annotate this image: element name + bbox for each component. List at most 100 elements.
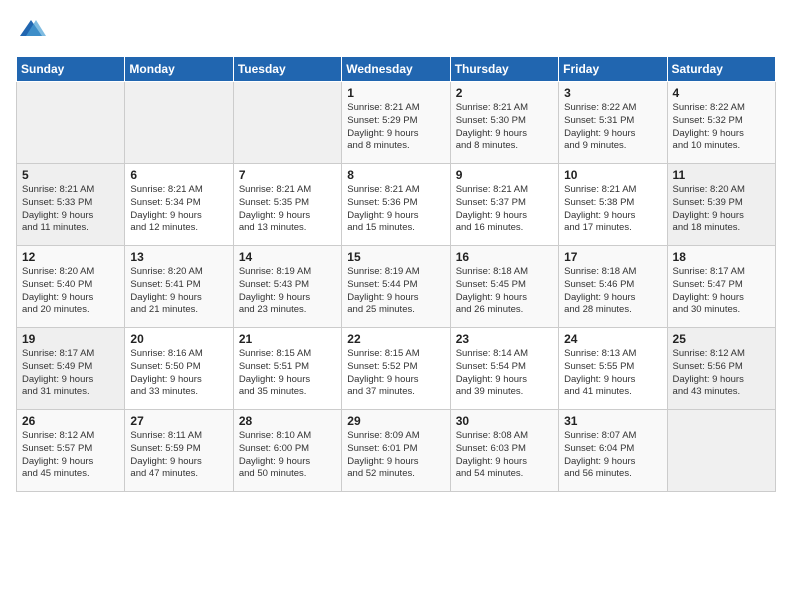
day-content: Sunrise: 8:14 AM Sunset: 5:54 PM Dayligh… xyxy=(456,348,553,399)
day-cell: 1Sunrise: 8:21 AM Sunset: 5:29 PM Daylig… xyxy=(342,82,450,164)
header xyxy=(16,16,776,46)
day-cell: 19 Sunrise: 8:17 AM Sunset: 5:49 PM Dayli… xyxy=(17,328,125,410)
day-cell: 7 Sunrise: 8:21 AM Sunset: 5:35 PM Daylig… xyxy=(233,164,341,246)
day-number: 25 xyxy=(673,332,770,346)
week-row-5: 26 Sunrise: 8:12 AM Sunset: 5:57 PM Dayli… xyxy=(17,410,776,492)
calendar-body: 1Sunrise: 8:21 AM Sunset: 5:29 PM Daylig… xyxy=(17,82,776,492)
day-number: 10 xyxy=(564,168,661,182)
page-container: SundayMondayTuesdayWednesdayThursdayFrid… xyxy=(0,0,792,612)
day-number: 18 xyxy=(673,250,770,264)
day-content: Sunrise: 8:19 AM Sunset: 5:44 PM Dayligh… xyxy=(347,266,444,317)
day-number: 13 xyxy=(130,250,227,264)
day-header-tuesday: Tuesday xyxy=(233,57,341,82)
day-number: 19 xyxy=(22,332,119,346)
day-cell xyxy=(125,82,233,164)
day-number: 6 xyxy=(130,168,227,182)
day-cell: 16 Sunrise: 8:18 AM Sunset: 5:45 PM Dayli… xyxy=(450,246,558,328)
day-content: Sunrise: 8:21 AM Sunset: 5:38 PM Dayligh… xyxy=(564,184,661,235)
day-content: Sunrise: 8:21 AM Sunset: 5:33 PM Dayligh… xyxy=(22,184,119,235)
day-content: Sunrise: 8:09 AM Sunset: 6:01 PM Dayligh… xyxy=(347,430,444,481)
day-number: 2 xyxy=(456,86,553,100)
day-cell: 8Sunrise: 8:21 AM Sunset: 5:36 PM Daylig… xyxy=(342,164,450,246)
day-cell xyxy=(233,82,341,164)
day-cell: 22 Sunrise: 8:15 AM Sunset: 5:52 PM Dayli… xyxy=(342,328,450,410)
day-content: Sunrise: 8:11 AM Sunset: 5:59 PM Dayligh… xyxy=(130,430,227,481)
day-number: 22 xyxy=(347,332,444,346)
day-content: Sunrise: 8:22 AM Sunset: 5:31 PM Dayligh… xyxy=(564,102,661,153)
week-row-1: 1Sunrise: 8:21 AM Sunset: 5:29 PM Daylig… xyxy=(17,82,776,164)
day-cell: 2 Sunrise: 8:21 AM Sunset: 5:30 PM Daylig… xyxy=(450,82,558,164)
day-cell: 4Sunrise: 8:22 AM Sunset: 5:32 PM Daylig… xyxy=(667,82,775,164)
day-number: 4 xyxy=(673,86,770,100)
day-cell: 9 Sunrise: 8:21 AM Sunset: 5:37 PM Daylig… xyxy=(450,164,558,246)
day-content: Sunrise: 8:21 AM Sunset: 5:34 PM Dayligh… xyxy=(130,184,227,235)
header-row: SundayMondayTuesdayWednesdayThursdayFrid… xyxy=(17,57,776,82)
day-number: 12 xyxy=(22,250,119,264)
day-content: Sunrise: 8:21 AM Sunset: 5:36 PM Dayligh… xyxy=(347,184,444,235)
day-header-sunday: Sunday xyxy=(17,57,125,82)
week-row-3: 12 Sunrise: 8:20 AM Sunset: 5:40 PM Dayli… xyxy=(17,246,776,328)
day-cell: 23Sunrise: 8:14 AM Sunset: 5:54 PM Dayli… xyxy=(450,328,558,410)
day-cell: 26 Sunrise: 8:12 AM Sunset: 5:57 PM Dayli… xyxy=(17,410,125,492)
week-row-4: 19 Sunrise: 8:17 AM Sunset: 5:49 PM Dayli… xyxy=(17,328,776,410)
day-header-wednesday: Wednesday xyxy=(342,57,450,82)
day-cell: 30Sunrise: 8:08 AM Sunset: 6:03 PM Dayli… xyxy=(450,410,558,492)
day-cell: 3 Sunrise: 8:22 AM Sunset: 5:31 PM Daylig… xyxy=(559,82,667,164)
week-row-2: 5 Sunrise: 8:21 AM Sunset: 5:33 PM Daylig… xyxy=(17,164,776,246)
day-cell: 21Sunrise: 8:15 AM Sunset: 5:51 PM Dayli… xyxy=(233,328,341,410)
logo-icon xyxy=(16,16,46,46)
day-cell: 27 Sunrise: 8:11 AM Sunset: 5:59 PM Dayli… xyxy=(125,410,233,492)
day-number: 3 xyxy=(564,86,661,100)
day-cell: 12 Sunrise: 8:20 AM Sunset: 5:40 PM Dayli… xyxy=(17,246,125,328)
day-content: Sunrise: 8:12 AM Sunset: 5:57 PM Dayligh… xyxy=(22,430,119,481)
day-cell: 20 Sunrise: 8:16 AM Sunset: 5:50 PM Dayli… xyxy=(125,328,233,410)
day-cell: 5 Sunrise: 8:21 AM Sunset: 5:33 PM Daylig… xyxy=(17,164,125,246)
day-cell: 17 Sunrise: 8:18 AM Sunset: 5:46 PM Dayli… xyxy=(559,246,667,328)
day-number: 16 xyxy=(456,250,553,264)
day-number: 9 xyxy=(456,168,553,182)
day-number: 21 xyxy=(239,332,336,346)
day-number: 17 xyxy=(564,250,661,264)
day-header-friday: Friday xyxy=(559,57,667,82)
calendar: SundayMondayTuesdayWednesdayThursdayFrid… xyxy=(16,56,776,492)
day-cell: 15 Sunrise: 8:19 AM Sunset: 5:44 PM Dayli… xyxy=(342,246,450,328)
day-header-thursday: Thursday xyxy=(450,57,558,82)
day-content: Sunrise: 8:21 AM Sunset: 5:30 PM Dayligh… xyxy=(456,102,553,153)
day-cell: 18Sunrise: 8:17 AM Sunset: 5:47 PM Dayli… xyxy=(667,246,775,328)
day-content: Sunrise: 8:20 AM Sunset: 5:40 PM Dayligh… xyxy=(22,266,119,317)
day-content: Sunrise: 8:17 AM Sunset: 5:49 PM Dayligh… xyxy=(22,348,119,399)
day-cell xyxy=(17,82,125,164)
day-cell: 28Sunrise: 8:10 AM Sunset: 6:00 PM Dayli… xyxy=(233,410,341,492)
day-content: Sunrise: 8:18 AM Sunset: 5:46 PM Dayligh… xyxy=(564,266,661,317)
day-content: Sunrise: 8:08 AM Sunset: 6:03 PM Dayligh… xyxy=(456,430,553,481)
day-number: 26 xyxy=(22,414,119,428)
day-header-monday: Monday xyxy=(125,57,233,82)
day-cell: 6 Sunrise: 8:21 AM Sunset: 5:34 PM Daylig… xyxy=(125,164,233,246)
day-number: 24 xyxy=(564,332,661,346)
day-content: Sunrise: 8:15 AM Sunset: 5:52 PM Dayligh… xyxy=(347,348,444,399)
day-content: Sunrise: 8:21 AM Sunset: 5:37 PM Dayligh… xyxy=(456,184,553,235)
day-cell: 24Sunrise: 8:13 AM Sunset: 5:55 PM Dayli… xyxy=(559,328,667,410)
day-cell xyxy=(667,410,775,492)
day-number: 11 xyxy=(673,168,770,182)
day-number: 27 xyxy=(130,414,227,428)
day-content: Sunrise: 8:18 AM Sunset: 5:45 PM Dayligh… xyxy=(456,266,553,317)
calendar-header: SundayMondayTuesdayWednesdayThursdayFrid… xyxy=(17,57,776,82)
day-number: 7 xyxy=(239,168,336,182)
day-number: 29 xyxy=(347,414,444,428)
day-number: 1 xyxy=(347,86,444,100)
day-number: 20 xyxy=(130,332,227,346)
day-header-saturday: Saturday xyxy=(667,57,775,82)
day-content: Sunrise: 8:07 AM Sunset: 6:04 PM Dayligh… xyxy=(564,430,661,481)
day-content: Sunrise: 8:20 AM Sunset: 5:41 PM Dayligh… xyxy=(130,266,227,317)
day-number: 28 xyxy=(239,414,336,428)
day-cell: 25Sunrise: 8:12 AM Sunset: 5:56 PM Dayli… xyxy=(667,328,775,410)
logo xyxy=(16,16,50,46)
day-number: 5 xyxy=(22,168,119,182)
day-content: Sunrise: 8:21 AM Sunset: 5:35 PM Dayligh… xyxy=(239,184,336,235)
day-cell: 31Sunrise: 8:07 AM Sunset: 6:04 PM Dayli… xyxy=(559,410,667,492)
day-content: Sunrise: 8:20 AM Sunset: 5:39 PM Dayligh… xyxy=(673,184,770,235)
day-content: Sunrise: 8:16 AM Sunset: 5:50 PM Dayligh… xyxy=(130,348,227,399)
day-number: 15 xyxy=(347,250,444,264)
day-cell: 13 Sunrise: 8:20 AM Sunset: 5:41 PM Dayli… xyxy=(125,246,233,328)
